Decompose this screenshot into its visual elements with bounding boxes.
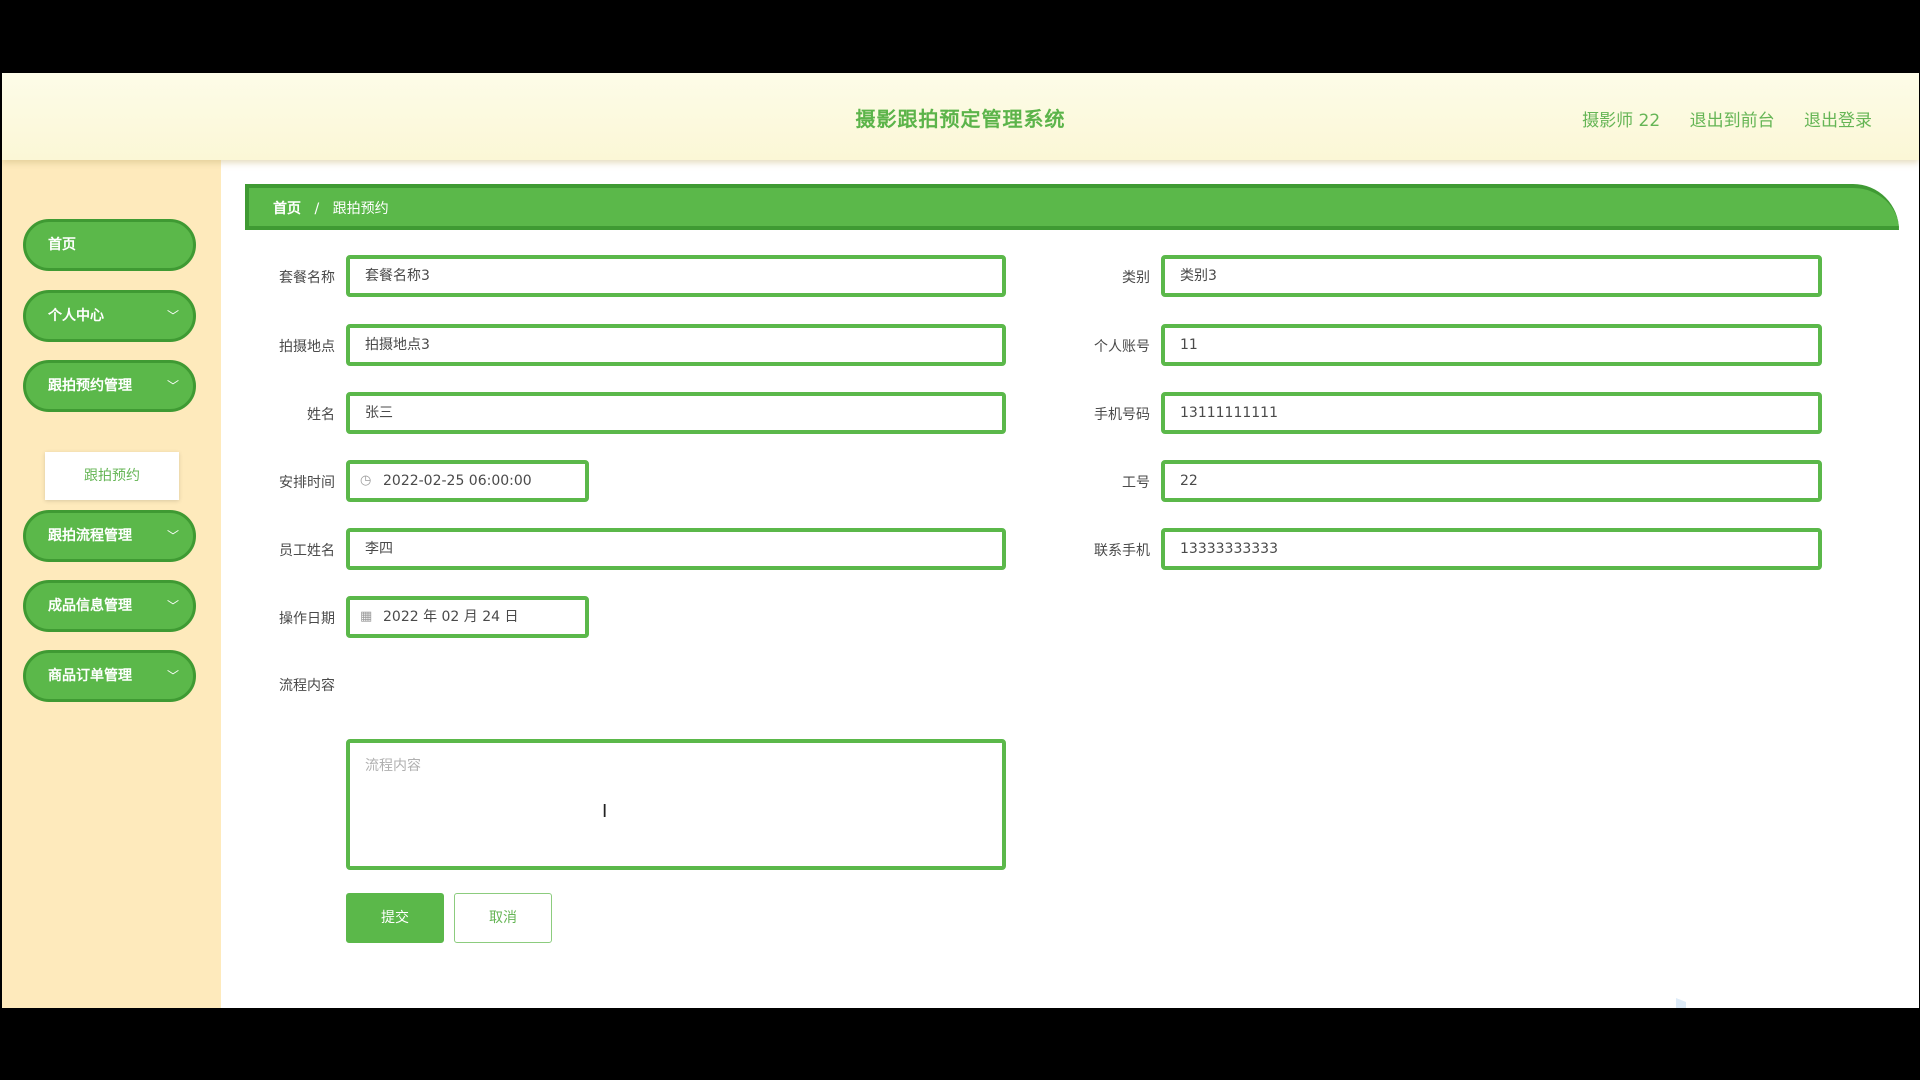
sidebar-item-home[interactable]: 首页	[23, 219, 196, 271]
operation-date-value: 2022 年 02 月 24 日	[383, 609, 519, 625]
schedule-time-picker[interactable]: ◷ 2022-02-25 06:00:00	[346, 460, 589, 502]
sidebar-item-process-management[interactable]: 跟拍流程管理 ﹀	[23, 510, 196, 562]
package-name-label: 套餐名称	[279, 270, 335, 286]
breadcrumb: 首页 / 跟拍预约	[273, 198, 389, 218]
process-content-textarea[interactable]: 流程内容	[346, 739, 1006, 870]
operation-date-label: 操作日期	[279, 611, 335, 627]
sidebar-item-personal-center[interactable]: 个人中心 ﹀	[23, 290, 196, 342]
exit-to-frontend-link[interactable]: 退出到前台	[1690, 111, 1775, 131]
header-links: 摄影师 22 退出到前台 退出登录	[1558, 106, 1872, 131]
chevron-down-icon: ﹀	[166, 669, 179, 683]
submit-button[interactable]: 提交	[346, 893, 444, 943]
contact-phone-input[interactable]: 13333333333	[1161, 528, 1822, 570]
process-content-label: 流程内容	[279, 678, 335, 694]
sidebar-item-label: 商品订单管理	[48, 668, 132, 684]
chevron-down-icon: ﹀	[166, 599, 179, 613]
breadcrumb-current: 跟拍预约	[332, 201, 389, 217]
location-input[interactable]: 拍摄地点3	[346, 324, 1006, 366]
contact-phone-label: 联系手机	[1094, 543, 1150, 559]
sidebar: 首页 个人中心 ﹀ 跟拍预约管理 ﹀ 跟拍预约 跟拍流程管理 ﹀ 成品信息管理 …	[2, 160, 221, 1008]
top-header: 摄影跟拍预定管理系统 摄影师 22 退出到前台 退出登录	[2, 73, 1919, 160]
logout-link[interactable]: 退出登录	[1804, 111, 1872, 131]
account-input[interactable]: 11	[1161, 324, 1822, 366]
schedule-time-label: 安排时间	[279, 475, 335, 491]
cancel-button[interactable]: 取消	[454, 893, 552, 943]
location-label: 拍摄地点	[279, 339, 335, 355]
phone-input[interactable]: 13111111111	[1161, 392, 1822, 434]
main-content: 首页 / 跟拍预约 套餐名称 套餐名称3 拍摄地点 拍摄地点3 姓名 张三 安排…	[221, 160, 1919, 1008]
breadcrumb-bar: 首页 / 跟拍预约	[245, 184, 1899, 230]
chevron-down-icon: ﹀	[166, 379, 179, 393]
category-label: 类别	[1122, 270, 1150, 286]
employee-name-input[interactable]: 李四	[346, 528, 1006, 570]
account-label: 个人账号	[1094, 339, 1150, 355]
sidebar-item-label: 首页	[48, 237, 76, 253]
chevron-down-icon: ﹀	[166, 529, 179, 543]
calendar-icon: ▦	[360, 609, 373, 624]
clock-icon: ◷	[360, 473, 372, 488]
package-name-input[interactable]: 套餐名称3	[346, 255, 1006, 297]
text-cursor-icon: I	[602, 801, 608, 822]
sidebar-item-booking-management[interactable]: 跟拍预约管理 ﹀	[23, 360, 196, 412]
phone-label: 手机号码	[1094, 407, 1150, 423]
app-window: 摄影跟拍预定管理系统 摄影师 22 退出到前台 退出登录 首页 个人中心 ﹀ 跟…	[2, 73, 1919, 1008]
name-label: 姓名	[307, 407, 335, 423]
employee-id-label: 工号	[1122, 475, 1150, 491]
operation-date-picker[interactable]: ▦ 2022 年 02 月 24 日	[346, 596, 589, 638]
sidebar-item-label: 个人中心	[48, 308, 104, 324]
schedule-time-value: 2022-02-25 06:00:00	[383, 473, 532, 489]
breadcrumb-home[interactable]: 首页	[273, 201, 301, 217]
sidebar-item-product-info-management[interactable]: 成品信息管理 ﹀	[23, 580, 196, 632]
submenu-item-booking[interactable]: 跟拍预约	[45, 452, 179, 500]
watermark-logo-icon	[1676, 998, 1686, 1008]
category-input[interactable]: 类别3	[1161, 255, 1822, 297]
employee-name-label: 员工姓名	[279, 543, 335, 559]
current-user: 摄影师 22	[1582, 111, 1661, 131]
name-input[interactable]: 张三	[346, 392, 1006, 434]
sidebar-item-label: 跟拍预约管理	[48, 378, 132, 394]
sidebar-item-order-management[interactable]: 商品订单管理 ﹀	[23, 650, 196, 702]
sidebar-item-label: 跟拍流程管理	[48, 528, 132, 544]
chevron-down-icon: ﹀	[166, 309, 179, 323]
breadcrumb-separator: /	[314, 201, 320, 217]
employee-id-input[interactable]: 22	[1161, 460, 1822, 502]
sidebar-item-label: 成品信息管理	[48, 598, 132, 614]
